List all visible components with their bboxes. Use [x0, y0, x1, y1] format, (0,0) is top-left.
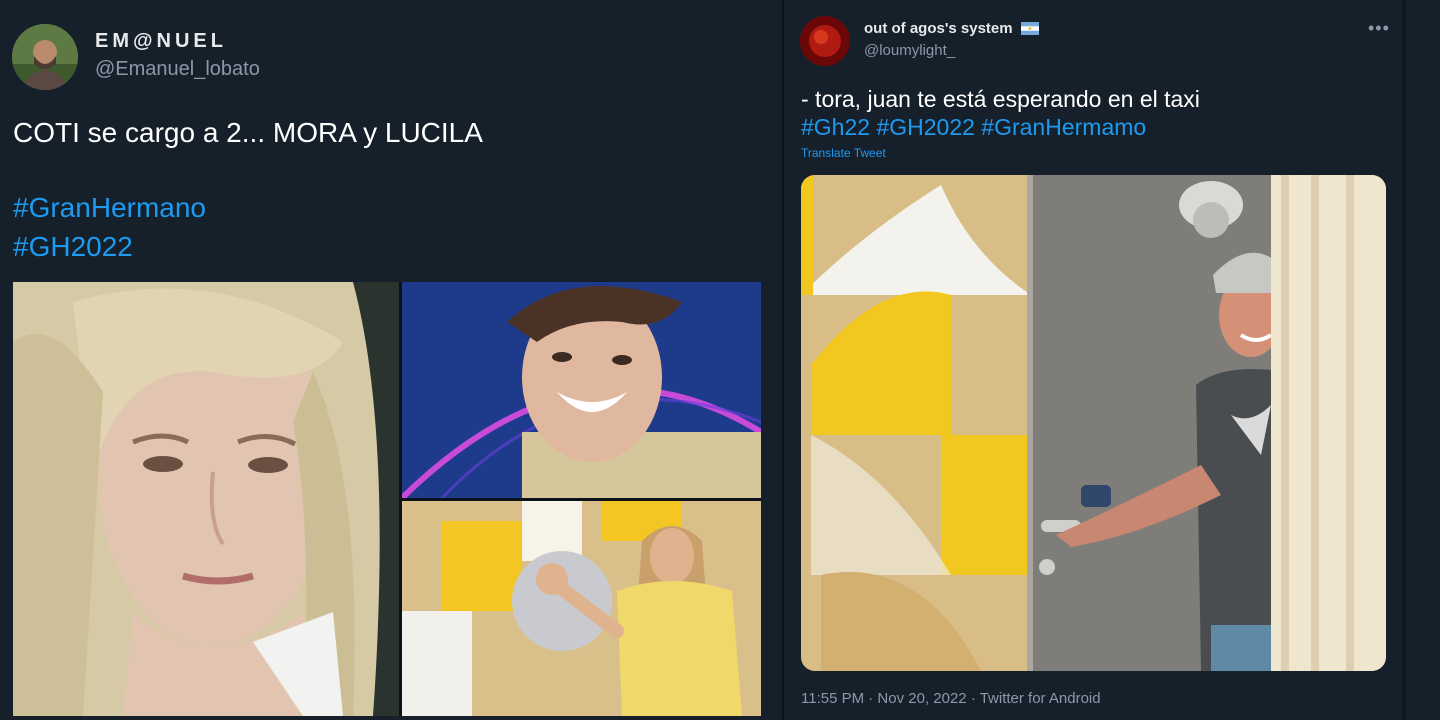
media-photo-yellow-wall-woman[interactable]	[402, 501, 761, 716]
tweet-media-grid	[13, 282, 761, 716]
hashtag-link[interactable]: #GH2022	[13, 231, 133, 263]
hashtag-link[interactable]: #GranHermano	[13, 192, 206, 224]
tweet-text: - tora, juan te está esperando en el tax…	[801, 86, 1200, 112]
tweet-text: COTI se cargo a 2... MORA y LUCILA	[13, 117, 483, 148]
avatar-photo	[12, 24, 78, 90]
user-handle[interactable]: @loumylight_	[864, 42, 955, 59]
hashtag-links[interactable]: #Gh22 #GH2022 #GranHermamo	[801, 114, 1146, 141]
display-name-text: out of agos's system	[864, 20, 1013, 37]
media-photo-blonde-woman[interactable]	[13, 282, 399, 716]
display-name[interactable]: out of agos's system	[864, 20, 1039, 37]
media-photo-man-at-door[interactable]	[801, 175, 1386, 671]
avatar[interactable]	[12, 24, 78, 90]
user-handle[interactable]: @Emanuel_lobato	[95, 58, 260, 81]
avatar[interactable]	[800, 16, 850, 66]
more-horizontal-icon[interactable]: •••	[1368, 18, 1390, 39]
media-photo-smiling-person[interactable]	[402, 282, 761, 498]
translate-tweet-link[interactable]: Translate Tweet	[801, 146, 886, 160]
side-strip	[1406, 0, 1440, 720]
tweet-meta: 11:55 PM · Nov 20, 2022 · Twitter for An…	[801, 690, 1101, 707]
argentina-flag-icon	[1020, 22, 1039, 35]
avatar-photo	[800, 16, 850, 66]
display-name[interactable]: EM@NUEL	[95, 30, 227, 53]
